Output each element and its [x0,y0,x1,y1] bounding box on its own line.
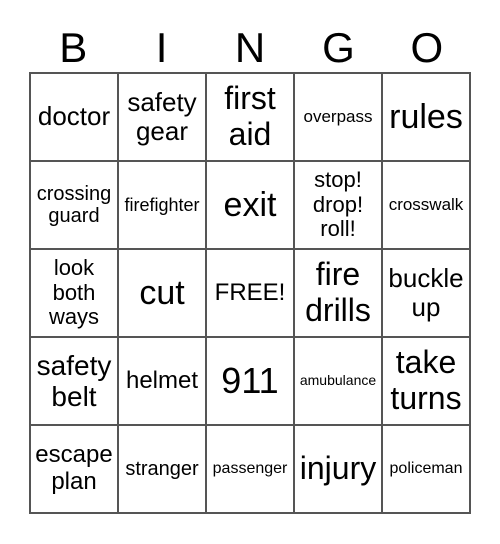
bingo-cell[interactable]: crosswalk [382,161,470,249]
header-letter-g: G [322,24,355,71]
bingo-cell[interactable]: amubulance [294,337,382,425]
header-letter-i: I [155,24,168,71]
bingo-cell[interactable]: FREE! [206,249,294,337]
bingo-cell[interactable]: buckle up [382,249,470,337]
bingo-cell[interactable]: policeman [382,425,470,513]
bingo-cell[interactable]: overpass [294,73,382,161]
header-letter-o: O [410,24,444,71]
bingo-cell[interactable]: safety gear [118,73,206,161]
bingo-cell[interactable]: crossing guard [30,161,118,249]
bingo-cell[interactable]: escape plan [30,425,118,513]
header-letter-n: N [234,24,266,71]
bingo-cell[interactable]: exit [206,161,294,249]
bingo-cell[interactable]: firefighter [118,161,206,249]
bingo-cell[interactable]: doctor [30,73,118,161]
bingo-cell[interactable]: stranger [118,425,206,513]
bingo-cell[interactable]: passenger [206,425,294,513]
bingo-cell[interactable]: 911 [206,337,294,425]
bingo-cell[interactable]: stop! drop! roll! [294,161,382,249]
bingo-cell[interactable]: fire drills [294,249,382,337]
bingo-cell[interactable]: cut [118,249,206,337]
bingo-cell[interactable]: helmet [118,337,206,425]
bingo-cell[interactable]: injury [294,425,382,513]
header-letter-b: B [59,24,88,71]
bingo-cell[interactable]: safety belt [30,337,118,425]
bingo-grid: doctor safety gear first aid overpass rules c… [29,72,471,514]
bingo-cell[interactable]: first aid [206,73,294,161]
bingo-cell[interactable]: take turns [382,337,470,425]
bingo-header: B I N G O [29,24,471,72]
bingo-cell[interactable]: look both ways [30,249,118,337]
bingo-cell[interactable]: rules [382,73,470,161]
